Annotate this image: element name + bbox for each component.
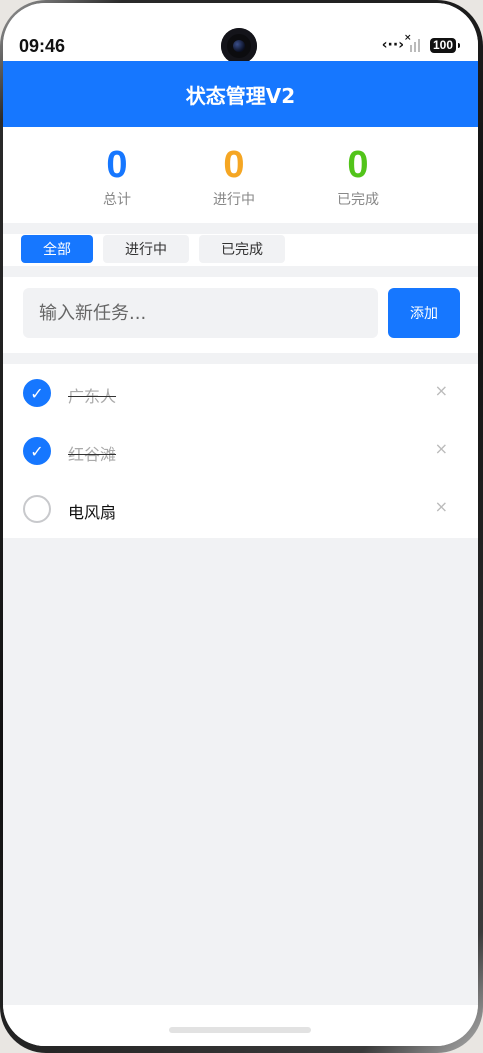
task-title: 电风扇: [68, 503, 117, 522]
delete-task-icon[interactable]: ×: [435, 439, 448, 458]
checkmark-icon: ✓: [30, 441, 44, 461]
status-icons: ‹··› × 100: [381, 33, 461, 53]
stat-total-label: 总计: [103, 192, 131, 208]
stat-completed-value: 0: [347, 144, 369, 186]
status-bar: 09:46 ‹··› × 100: [3, 3, 478, 64]
task-checkbox[interactable]: ✓: [23, 495, 51, 523]
new-task-panel: 添加: [3, 277, 478, 353]
network-activity-icon: ‹··›: [381, 37, 404, 53]
checkmark-icon: ✓: [30, 383, 44, 403]
new-task-input[interactable]: [23, 288, 378, 338]
stat-completed: 0 已完成: [303, 143, 413, 209]
task-title: 广东人: [68, 387, 117, 406]
tab-all[interactable]: 全部: [21, 235, 93, 263]
signal-strength-icon: ×: [404, 33, 424, 52]
stats-panel: 0 总计 0 进行中 0 已完成: [3, 127, 478, 223]
app-header: 状态管理V2: [3, 61, 478, 127]
page-title: 状态管理V2: [185, 83, 296, 108]
home-indicator[interactable]: [169, 1027, 311, 1033]
no-service-icon: ×: [403, 33, 412, 43]
delete-task-icon[interactable]: ×: [435, 381, 448, 400]
stat-total-value: 0: [106, 144, 128, 186]
stat-completed-label: 已完成: [337, 192, 379, 208]
device-frame: 09:46 ‹··› × 100 状态管理V2 0 总计 0 进行中 0 已完成…: [0, 0, 483, 1053]
delete-task-icon[interactable]: ×: [435, 497, 448, 516]
task-checkbox[interactable]: ✓: [23, 437, 51, 465]
app-screen: 09:46 ‹··› × 100 状态管理V2 0 总计 0 进行中 0 已完成…: [3, 3, 478, 1046]
task-row: ✓ 电风扇 ×: [3, 480, 478, 538]
task-row: ✓ 红谷滩 ×: [3, 422, 478, 480]
add-task-button[interactable]: 添加: [388, 288, 460, 338]
stat-in-progress-label: 进行中: [213, 192, 255, 208]
task-row: ✓ 广东人 ×: [3, 364, 478, 422]
task-checkbox[interactable]: ✓: [23, 379, 51, 407]
battery-icon: 100: [429, 37, 461, 53]
tab-in-progress[interactable]: 进行中: [103, 235, 189, 263]
status-time: 09:46: [19, 36, 66, 56]
filter-tabs: 全部 进行中 已完成: [3, 234, 478, 266]
task-list: ✓ 广东人 × ✓ 红谷滩 × ✓ 电风扇 ×: [3, 364, 478, 538]
home-area: [3, 1005, 478, 1046]
stat-total: 0 总计: [62, 143, 172, 209]
stat-in-progress: 0 进行中: [179, 143, 289, 209]
front-camera: [221, 28, 257, 64]
tab-completed[interactable]: 已完成: [199, 235, 285, 263]
task-title: 红谷滩: [68, 445, 117, 464]
stat-in-progress-value: 0: [223, 144, 245, 186]
